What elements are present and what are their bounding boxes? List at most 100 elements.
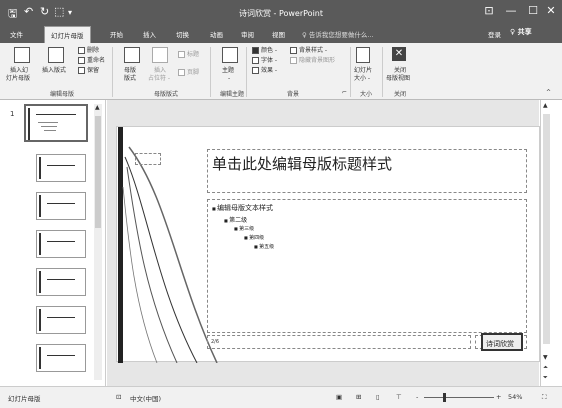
ribbon: 插入幻 灯片母版 插入版式 删除 重命名 保留 编辑母版 母版 版式 插入 占位… — [0, 43, 562, 100]
zoom-out-button[interactable]: - — [416, 393, 418, 401]
layout-thumbnail[interactable] — [36, 230, 86, 258]
slide-master-icon — [14, 47, 30, 63]
scroll-thumb[interactable] — [95, 116, 101, 228]
tab-slide-master[interactable]: 幻灯片母版 — [44, 26, 91, 43]
thumbnail-text-line — [38, 122, 58, 123]
group-separator — [246, 47, 247, 97]
close-button[interactable]: ✕ — [540, 4, 562, 17]
bullet-level-3: 第三级 — [234, 225, 254, 232]
slide-sorter-icon[interactable]: ⊞ — [356, 393, 361, 401]
status-bar: 幻灯片母版 ⊡ 中文(中国) ▣ ⊞ ▯ ⊤ - + 54% ⛶ — [0, 386, 562, 408]
layout-thumbnail[interactable] — [36, 192, 86, 220]
layout-icon — [48, 47, 64, 63]
zoom-slider-knob[interactable] — [443, 393, 446, 402]
thumbnail-accent-bar — [28, 108, 30, 140]
master-layout-icon — [124, 47, 140, 63]
prev-slide-icon[interactable]: ⏶ — [543, 364, 548, 372]
bullet-level-4: 第四级 — [244, 234, 264, 241]
ribbon-tabs: 文件 幻灯片母版 开始 插入 切换 动画 审阅 视图 ♀ 告诉我您想要做什么..… — [0, 26, 562, 43]
fonts-dropdown[interactable]: 字体 - — [252, 57, 277, 65]
group-close-label: 关闭 — [393, 91, 406, 98]
thumbnail-title-line — [47, 279, 75, 280]
group-separator — [350, 47, 351, 97]
scroll-up-icon[interactable]: ▲ — [95, 104, 100, 111]
normal-view-icon[interactable]: ▣ — [336, 393, 342, 401]
hide-background-checkbox[interactable]: 隐藏背景图形 — [290, 57, 335, 65]
preserve-icon — [78, 67, 85, 74]
title-checkbox[interactable]: 标题 — [178, 51, 199, 59]
thumbnail-accent-bar — [39, 271, 41, 293]
language-indicator[interactable]: 中文(中国) — [130, 393, 161, 403]
delete-button[interactable]: 删除 — [78, 47, 99, 55]
bullet-level-5: 第五级 — [254, 243, 274, 250]
tell-me-search[interactable]: ♀ 告诉我您想要做什么... — [302, 29, 374, 39]
effects-dropdown[interactable]: 效果 - — [252, 67, 277, 75]
fonts-icon — [252, 57, 259, 64]
zoom-slider[interactable] — [424, 393, 494, 402]
layout-thumbnail[interactable] — [36, 154, 86, 182]
thumbnail-title-line — [47, 165, 75, 166]
date-placeholder[interactable]: 2/6 — [207, 335, 471, 349]
canvas-scrollbar[interactable]: ▲ ▼ ⏶ ⏷ — [540, 100, 552, 386]
group-separator — [210, 47, 211, 97]
tab-home[interactable]: 开始 — [110, 29, 123, 39]
thumbnail-text-line — [44, 130, 56, 131]
delete-icon — [78, 47, 85, 54]
ribbon-display-icon[interactable]: ⊡ — [478, 4, 500, 17]
thumbnail-accent-bar — [39, 195, 41, 217]
themes-icon — [222, 47, 238, 63]
fit-slide-icon[interactable]: ⛶ — [542, 393, 547, 402]
rename-button[interactable]: 重命名 — [78, 57, 105, 65]
tab-file[interactable]: 文件 — [10, 29, 23, 39]
date-text: 2/6 — [211, 339, 220, 345]
group-master-layout-label: 母版版式 — [153, 91, 178, 98]
tab-review[interactable]: 审阅 — [241, 29, 254, 39]
layout-thumbnail[interactable] — [36, 306, 86, 334]
checkbox-icon — [178, 51, 185, 58]
background-dialog-launcher[interactable]: ⌐ — [342, 89, 347, 97]
colors-dropdown[interactable]: 颜色 - — [252, 47, 277, 55]
thumbnail-title-line — [47, 203, 75, 204]
share-button[interactable]: ♀ 共享 — [510, 27, 532, 37]
scroll-up-icon[interactable]: ▲ — [543, 102, 548, 109]
collapse-ribbon-button[interactable]: ^ — [546, 89, 551, 97]
thumbnail-accent-bar — [39, 347, 41, 369]
thumbnail-scrollbar[interactable]: ▲ — [94, 104, 102, 380]
layout-thumbnail[interactable] — [36, 344, 86, 372]
layout-thumbnail[interactable] — [36, 268, 86, 296]
checkbox-icon — [290, 57, 297, 64]
thumbnail-accent-bar — [39, 157, 41, 179]
thumbnail-pane: 1 ▲ — [0, 100, 106, 386]
body-placeholder[interactable]: 编辑母版文本样式 第二级 第三级 第四级 第五级 — [207, 199, 527, 333]
poetry-badge[interactable]: 诗词欣赏 — [481, 333, 523, 351]
background-styles-icon — [290, 47, 297, 54]
tab-transitions[interactable]: 切换 — [176, 29, 189, 39]
title-placeholder[interactable]: 单击此处编辑母版标题样式 — [207, 149, 527, 193]
small-placeholder[interactable] — [135, 153, 161, 165]
background-styles-dropdown[interactable]: 背景样式 - — [290, 47, 327, 55]
spellcheck-icon[interactable]: ⊡ — [116, 393, 121, 401]
view-name: 幻灯片母版 — [8, 395, 41, 403]
scroll-down-icon[interactable]: ▼ — [543, 354, 548, 361]
tab-insert[interactable]: 插入 — [143, 29, 156, 39]
footer-checkbox[interactable]: 页脚 — [178, 69, 199, 77]
zoom-level[interactable]: 54% — [508, 393, 522, 401]
scroll-thumb[interactable] — [543, 114, 550, 344]
preserve-button[interactable]: 保留 — [78, 67, 99, 75]
rename-icon — [78, 57, 85, 64]
thumbnail-title-line — [47, 317, 75, 318]
tab-view[interactable]: 视图 — [272, 29, 285, 39]
reading-view-icon[interactable]: ▯ — [376, 393, 380, 401]
next-slide-icon[interactable]: ⏷ — [543, 374, 548, 382]
thumbnail-title-line — [36, 114, 76, 115]
zoom-in-button[interactable]: + — [496, 393, 501, 401]
thumbnail-title-line — [47, 355, 75, 356]
group-size-label: 大小 — [359, 91, 372, 98]
thumbnail-text-line — [41, 126, 57, 127]
sign-in-link[interactable]: 登录 — [488, 29, 501, 39]
bullet-level-2: 第二级 — [224, 215, 247, 224]
slideshow-icon[interactable]: ⊤ — [396, 393, 402, 401]
master-thumbnail[interactable] — [24, 104, 88, 142]
tab-animations[interactable]: 动画 — [210, 29, 223, 39]
minimize-button[interactable]: — — [500, 4, 522, 17]
